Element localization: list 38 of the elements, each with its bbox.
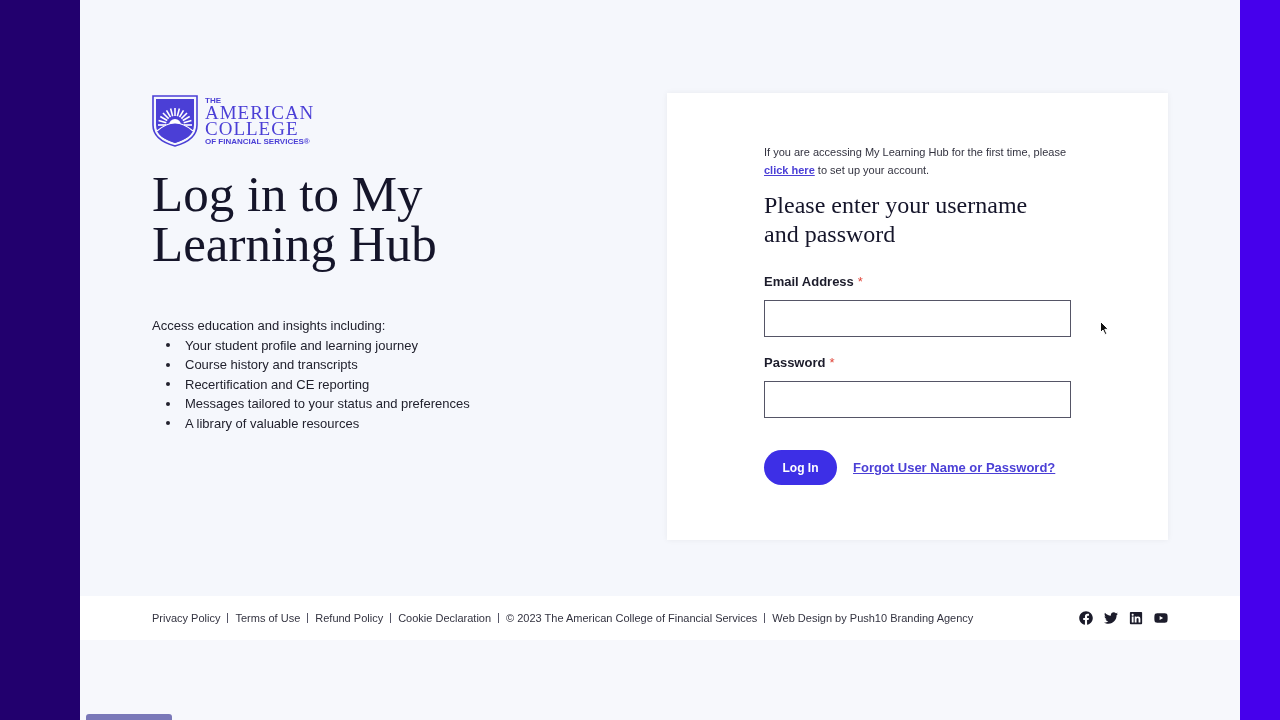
footer-link[interactable]: Terms of Use bbox=[235, 609, 301, 627]
field-label: Password bbox=[764, 354, 826, 372]
click-here-link[interactable]: click here bbox=[764, 164, 815, 176]
footer-link[interactable]: Cookie Declaration bbox=[398, 609, 492, 627]
login-button[interactable]: Log In bbox=[764, 450, 837, 485]
mouse-pointer-icon bbox=[1100, 321, 1109, 335]
twitter-icon[interactable] bbox=[1104, 611, 1118, 625]
bullet-icon bbox=[166, 421, 170, 426]
feature-item: Course history and transcripts bbox=[185, 356, 358, 374]
linkedin-icon[interactable] bbox=[1129, 611, 1143, 625]
bullet-icon bbox=[166, 343, 170, 348]
logo-subtitle: OF FINANCIAL SERVICES® bbox=[205, 136, 311, 147]
copyright-text: © 2023 The American College of Financial Services bbox=[506, 610, 758, 626]
footer-link[interactable]: Web Design by Push10 Branding Agency bbox=[772, 609, 974, 627]
footer-link[interactable]: Refund Policy bbox=[315, 609, 384, 627]
youtube-icon[interactable] bbox=[1154, 611, 1168, 625]
required-asterisk: * bbox=[829, 354, 835, 372]
intro-text: Access education and insights including: bbox=[152, 317, 386, 335]
shield-logo-icon bbox=[152, 95, 198, 147]
feature-item: Messages tailored to your status and preferences bbox=[185, 395, 470, 413]
first-time-notice: If you are accessing My Learning Hub for the first time, please click here to set up your account. bbox=[764, 145, 1068, 178]
form-title: Please enter your username and password bbox=[764, 191, 1029, 249]
forgot-credentials-link[interactable]: Forgot User Name or Password? bbox=[853, 457, 1056, 478]
bullet-icon bbox=[166, 382, 170, 387]
logo-small-text: THE bbox=[205, 95, 222, 105]
required-asterisk: * bbox=[857, 273, 863, 291]
feature-item: Your student profile and learning journey bbox=[185, 336, 418, 355]
logo-wordmark: AMERICAN bbox=[205, 104, 315, 121]
facebook-icon[interactable] bbox=[1079, 611, 1093, 625]
field-label: Email Address bbox=[764, 273, 854, 291]
bullet-icon bbox=[166, 401, 170, 406]
feature-item: A library of valuable resources bbox=[185, 414, 360, 433]
input-field[interactable] bbox=[764, 381, 1071, 418]
bullet-icon bbox=[166, 362, 170, 367]
feature-item: Recertification and CE reporting bbox=[185, 375, 370, 394]
logo-wordmark: COLLEGE bbox=[205, 120, 299, 137]
input-field[interactable] bbox=[764, 300, 1071, 337]
footer-link[interactable]: Privacy Policy bbox=[152, 609, 221, 627]
